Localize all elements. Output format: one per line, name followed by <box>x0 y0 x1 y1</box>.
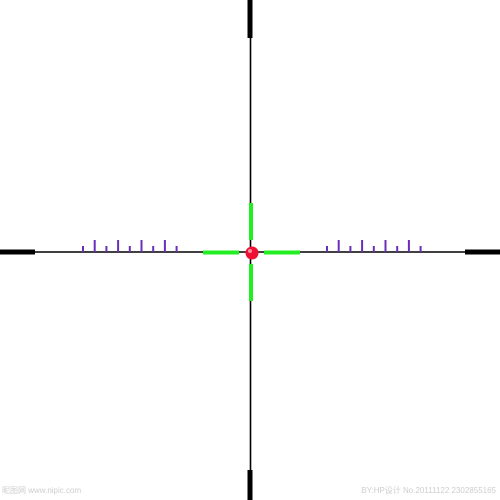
post-right <box>465 249 500 255</box>
left-hash-mark <box>105 246 108 252</box>
left-hash-mark <box>82 246 84 252</box>
right-hash-mark <box>396 246 399 252</box>
hash-marks-right <box>326 240 422 252</box>
left-hash-mark <box>175 246 178 252</box>
right-hash-mark <box>337 240 340 252</box>
scope-reticle <box>0 0 500 500</box>
center-red-dot <box>245 246 259 260</box>
center-bar-bottom <box>249 264 253 301</box>
right-hash-mark <box>349 246 352 252</box>
left-hash-mark <box>117 240 120 252</box>
left-hash-mark <box>163 240 166 252</box>
center-dot-highlight <box>248 249 252 253</box>
hash-marks-left <box>82 240 178 252</box>
center-bar-top <box>249 203 253 240</box>
center-bar-left <box>203 250 239 255</box>
post-top <box>247 0 253 38</box>
center-bar-right <box>264 250 300 255</box>
left-hash-mark <box>140 240 143 252</box>
post-left <box>0 249 35 255</box>
left-hash-mark <box>128 246 131 252</box>
post-bottom <box>247 470 253 500</box>
left-hash-mark <box>93 240 96 252</box>
right-hash-mark <box>419 246 422 252</box>
right-hash-mark <box>361 240 364 252</box>
right-hash-mark <box>384 240 387 252</box>
right-hash-mark <box>407 240 410 252</box>
right-hash-mark <box>372 246 375 252</box>
left-hash-mark <box>152 246 155 252</box>
watermark-left: 昵图网 www.nipic.com <box>2 486 82 495</box>
watermark-right: BY:HP设计 No.20111122 2302855165 <box>361 486 496 495</box>
right-hash-mark <box>326 246 328 252</box>
